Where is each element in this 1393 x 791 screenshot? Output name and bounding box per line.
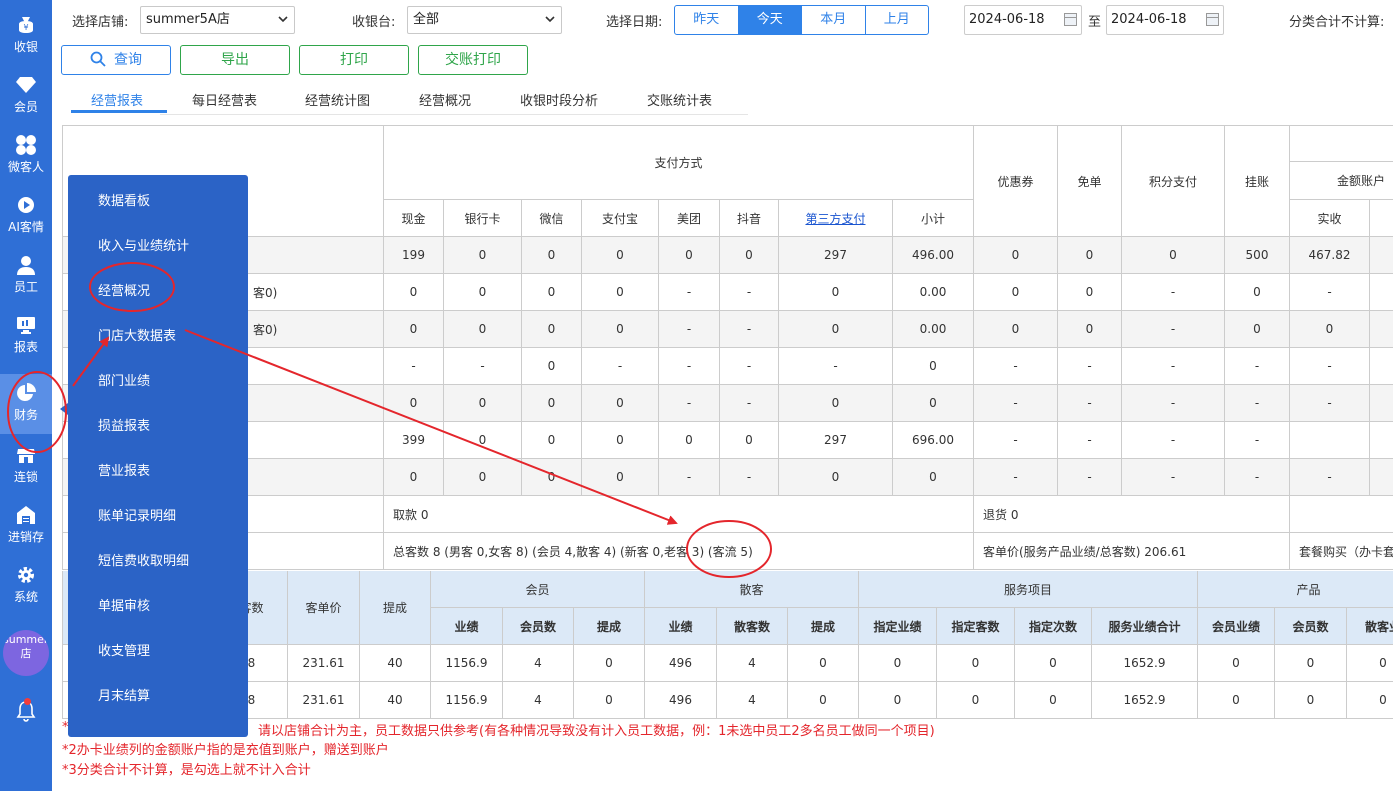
annotation-arrow-up (72, 336, 110, 387)
report-page: ¥ 收银 会员 微客人 AI客情 员工 报表 财务 连锁 进销存 系统 summ… (0, 0, 1393, 791)
annotation-circle-overview (89, 262, 175, 312)
annotation-circle-traffic (686, 520, 772, 578)
annotation-circle-finance (7, 371, 67, 453)
annotation-arrow-to-traffic (184, 329, 678, 525)
annotation-overlay (7, 262, 772, 578)
